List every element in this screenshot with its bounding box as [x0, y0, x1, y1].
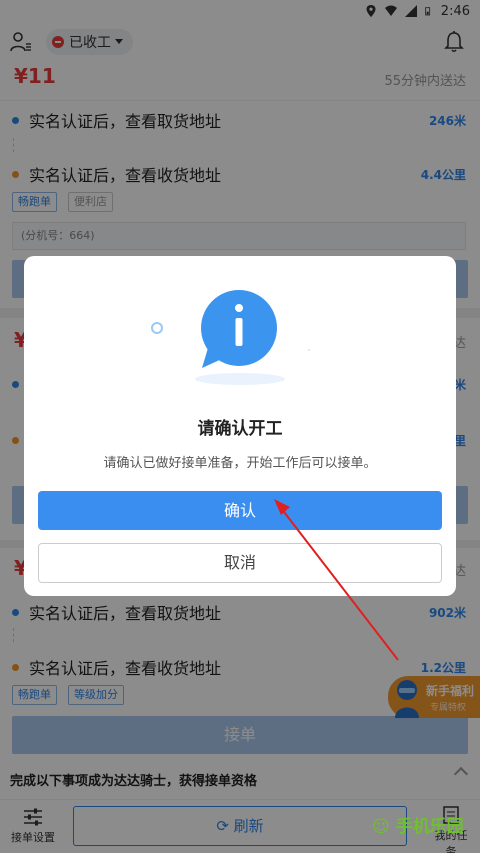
watermark-logo: ☺ 手机乐园: [372, 812, 464, 837]
info-bubble-icon: [151, 290, 310, 385]
dialog-message: 请确认已做好接单准备，开始工作后可以接单。: [103, 456, 377, 471]
dialog-title: 请确认开工: [197, 419, 283, 439]
watermark-logo-icon: ☺: [372, 817, 396, 837]
watermark-label: 手机乐园: [395, 817, 464, 837]
confirm-button[interactable]: 确认: [38, 491, 442, 530]
cancel-button[interactable]: 取消: [38, 543, 442, 583]
